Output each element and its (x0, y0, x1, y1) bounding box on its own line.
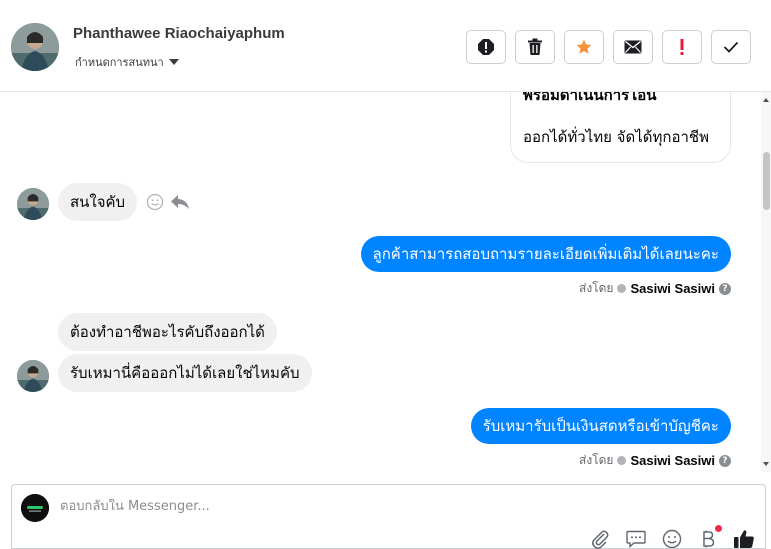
bold-b-icon (703, 530, 715, 548)
verified-icon (617, 456, 627, 465)
contact-avatar-small[interactable] (17, 188, 49, 220)
conversation-toolbar (466, 30, 751, 64)
scroll-thumb[interactable] (763, 152, 770, 210)
outgoing-message[interactable]: รับเหมารับเป็นเงินสดหรือเข้าบัญชีคะ (470, 408, 731, 444)
contact-avatar[interactable] (11, 23, 59, 71)
important-button[interactable] (662, 30, 702, 64)
sender-name[interactable]: Sasiwi Sasiwi (630, 281, 715, 296)
exclamation-icon (680, 39, 684, 55)
composer-toolbar (589, 525, 755, 549)
incoming-message[interactable]: สนใจคับ (58, 183, 138, 221)
message-scrollbar[interactable] (761, 92, 771, 472)
conversation-settings-dropdown[interactable]: กำหนดการสนทนา (75, 53, 179, 71)
conversation-settings-label: กำหนดการสนทนา (75, 56, 164, 69)
incoming-message[interactable]: ต้องทำอาชีพอะไรคับถึงออกได้ (58, 313, 277, 351)
thumbs-up-icon (734, 530, 754, 548)
emoji-icon (662, 529, 682, 549)
contact-name[interactable]: Phanthawee Riaochaiyaphum (73, 25, 285, 42)
bold-format-button[interactable] (697, 525, 722, 549)
saved-replies-button[interactable] (625, 528, 647, 549)
page-avatar (21, 494, 49, 522)
spam-button[interactable] (466, 30, 506, 64)
scroll-up-arrow-icon[interactable] (763, 98, 769, 102)
attach-button[interactable] (589, 528, 611, 549)
emoji-button[interactable] (661, 528, 683, 549)
help-icon[interactable]: ? (719, 454, 731, 467)
envelope-icon (624, 40, 642, 54)
help-icon[interactable]: ? (719, 282, 731, 295)
sent-by-row: ส่งโดย Sasiwi Sasiwi ? (579, 451, 731, 470)
card-subtitle: ออกได้ทั่วไทย จัดได้ทุกอาชีพ (523, 128, 709, 146)
like-button[interactable] (733, 528, 755, 549)
message-actions (146, 193, 190, 211)
verified-icon (617, 284, 627, 293)
sent-by-row: ส่งโดย Sasiwi Sasiwi ? (579, 279, 731, 298)
star-button[interactable] (564, 30, 604, 64)
conversation-header: Phanthawee Riaochaiyaphum กำหนดการสนทนา (0, 0, 771, 92)
sent-by-label: ส่งโดย (579, 281, 614, 295)
star-icon (576, 39, 592, 54)
scroll-down-arrow-icon[interactable] (763, 462, 769, 466)
incoming-message[interactable]: รับเหมานี่คือออกไม่ได้เลยใช่ไหมคับ (58, 354, 312, 392)
delete-button[interactable] (515, 30, 555, 64)
message-card: พร้อมดำเนินการโอน ออกได้ทั่วไทย จัดได้ทุ… (510, 92, 731, 163)
check-icon (723, 41, 739, 53)
sent-by-label: ส่งโดย (579, 453, 614, 467)
contact-avatar-small[interactable] (17, 360, 49, 392)
emoji-react-icon[interactable] (146, 193, 164, 211)
done-button[interactable] (711, 30, 751, 64)
paperclip-icon (592, 530, 609, 549)
saved-reply-icon (626, 530, 646, 548)
reply-composer (11, 484, 766, 549)
message-thread[interactable]: พร้อมดำเนินการโอน ออกได้ทั่วไทย จัดได้ทุ… (0, 92, 771, 472)
card-title: พร้อมดำเนินการโอน (523, 92, 657, 104)
alert-circle-icon (478, 39, 494, 55)
trash-icon (528, 38, 542, 55)
mark-unread-button[interactable] (613, 30, 653, 64)
outgoing-message[interactable]: ลูกค้าสามารถสอบถามรายละเอียดเพิ่มเติมได้… (360, 236, 731, 272)
reply-icon[interactable] (170, 194, 190, 210)
reply-input[interactable] (60, 499, 560, 514)
sender-name[interactable]: Sasiwi Sasiwi (630, 453, 715, 468)
notification-dot (715, 525, 722, 532)
caret-down-icon (168, 59, 179, 65)
